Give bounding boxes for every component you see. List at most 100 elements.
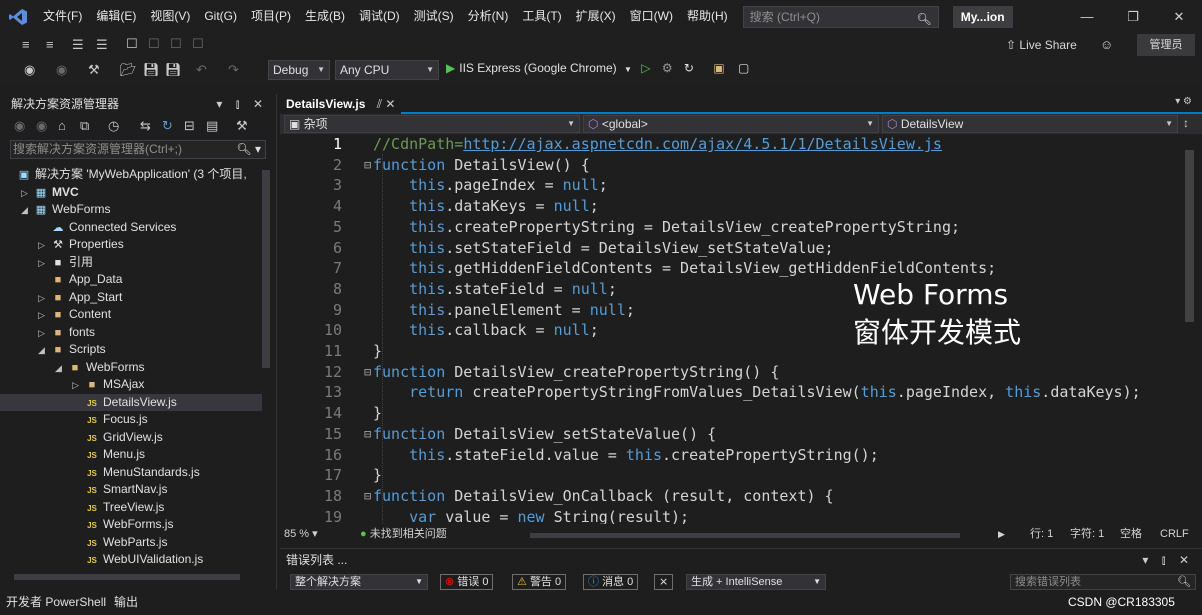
- tree-item[interactable]: JS WebParts.js: [0, 534, 262, 552]
- menu-item[interactable]: 测试(S): [407, 0, 461, 33]
- visual-studio-logo-icon[interactable]: [0, 0, 36, 33]
- expander-icon[interactable]: ▷: [38, 307, 50, 325]
- new-item-icon[interactable]: ⚒: [88, 62, 100, 78]
- split-icon[interactable]: ↕: [1183, 116, 1189, 130]
- tree-item[interactable]: ☁ Connected Services: [0, 219, 262, 237]
- attach-icon[interactable]: ⚙: [662, 61, 673, 75]
- menu-item[interactable]: 项目(P): [244, 0, 298, 33]
- code-line[interactable]: 5 this.createPropertyString = DetailsVie…: [280, 217, 1180, 238]
- tree-item[interactable]: ◢ ▦ WebForms: [0, 201, 262, 219]
- menu-item[interactable]: 扩展(X): [569, 0, 623, 33]
- redo-icon[interactable]: ↷: [228, 62, 239, 78]
- panel-controls[interactable]: ▾ ⫾ ✕: [216, 94, 268, 114]
- uncomment-icon[interactable]: ☰: [96, 37, 108, 53]
- code-line[interactable]: 1 //CdnPath=http://ajax.aspnetcdn.com/aja…: [280, 134, 1180, 155]
- undo-icon[interactable]: ↶: [196, 62, 207, 78]
- code-line[interactable]: 15 ⊟ function DetailsView_setStateValue() …: [280, 424, 1180, 445]
- pending-changes-icon[interactable]: ◷: [108, 118, 119, 134]
- switch-views-icon[interactable]: ⧉: [80, 118, 89, 134]
- refresh-icon[interactable]: ↻: [684, 61, 694, 75]
- tree-item[interactable]: JS WebUIValidation.js: [0, 551, 262, 569]
- errors-filter-button[interactable]: ⊗ 错误 0: [440, 574, 494, 590]
- expander-icon[interactable]: ▷: [38, 290, 50, 308]
- panel-controls[interactable]: ▾ ⫾ ✕: [1142, 549, 1194, 571]
- home-icon[interactable]: ⌂: [58, 118, 66, 133]
- code-line[interactable]: 18 ⊟ function DetailsView_OnCallback (resu…: [280, 486, 1180, 507]
- code-line[interactable]: 16 this.stateField.value = this.createPr…: [280, 445, 1180, 466]
- expander-icon[interactable]: ▷: [38, 325, 50, 343]
- tree-item[interactable]: JS WebForms.js: [0, 516, 262, 534]
- expander-icon[interactable]: ▷: [38, 255, 50, 273]
- editor-horizontal-scrollbar[interactable]: [530, 533, 960, 538]
- indent-mode[interactable]: 空格: [1120, 524, 1142, 544]
- bookmark-icon[interactable]: ☐: [126, 36, 138, 52]
- expander-icon[interactable]: ◢: [38, 342, 50, 360]
- expander-icon[interactable]: ◢: [21, 202, 33, 220]
- line-ending[interactable]: CRLF: [1160, 524, 1189, 544]
- tree-item[interactable]: JS DetailsView.js: [0, 393, 262, 411]
- menu-item[interactable]: 调试(D): [352, 0, 407, 33]
- tree-item[interactable]: JS Focus.js: [0, 411, 262, 429]
- refresh-icon[interactable]: ↻: [162, 118, 173, 134]
- menu-item[interactable]: 生成(B): [298, 0, 352, 33]
- tree-item[interactable]: JS GridView.js: [0, 429, 262, 447]
- platform-dropdown[interactable]: Any CPU ▼: [335, 60, 439, 80]
- search-box[interactable]: 搜索 (Ctrl+Q) 🔍︎: [742, 5, 939, 28]
- tree-item[interactable]: ▷ ■ MSAjax: [0, 376, 262, 394]
- menu-item[interactable]: Git(G): [197, 0, 244, 33]
- collapse-all-icon[interactable]: ⊟: [184, 118, 195, 134]
- char-indicator[interactable]: 字符: 1: [1070, 524, 1104, 544]
- open-folder-icon[interactable]: 📂︎: [120, 62, 137, 78]
- code-line[interactable]: 10 this.callback = null;: [280, 320, 1180, 341]
- tree-item[interactable]: ◢ ■ Scripts: [0, 341, 262, 359]
- menu-item[interactable]: 工具(T): [515, 0, 568, 33]
- code-line[interactable]: 17}: [280, 465, 1180, 486]
- error-scope-dropdown[interactable]: 整个解决方案 ▼: [290, 574, 428, 590]
- config-dropdown[interactable]: Debug ▼: [268, 60, 330, 80]
- save-all-icon[interactable]: 💾︎: [165, 62, 182, 78]
- tree-item[interactable]: ■ App_Data: [0, 271, 262, 289]
- menu-item[interactable]: 帮助(H): [680, 0, 735, 33]
- comment-icon[interactable]: ☰: [72, 37, 84, 53]
- messages-filter-button[interactable]: ⓘ 消息 0: [583, 574, 639, 590]
- properties-icon[interactable]: ⚒: [236, 118, 248, 134]
- line-indicator[interactable]: 行: 1: [1030, 524, 1053, 544]
- menu-item[interactable]: 编辑(E): [89, 0, 143, 33]
- bookmark-next-icon[interactable]: ☐: [170, 36, 182, 52]
- forward-icon[interactable]: ◉: [56, 62, 67, 78]
- solution-vertical-scrollbar[interactable]: [262, 170, 270, 368]
- expander-icon[interactable]: ▷: [38, 237, 50, 255]
- tree-item[interactable]: JS Menu.js: [0, 446, 262, 464]
- menu-item[interactable]: 文件(F): [36, 0, 89, 33]
- developer-powershell-tab[interactable]: 开发者 PowerShell: [6, 590, 106, 615]
- run-without-debug-icon[interactable]: ▷: [641, 61, 650, 75]
- menu-item[interactable]: 分析(N): [461, 0, 516, 33]
- tree-item[interactable]: ▷ ■ 引用: [0, 254, 262, 272]
- code-line[interactable]: 8 this.stateField = null;: [280, 279, 1180, 300]
- browser-link-icon[interactable]: ▣: [713, 61, 724, 75]
- expander-icon[interactable]: ◢: [55, 360, 67, 378]
- window-layout-icon[interactable]: ▢: [738, 61, 749, 75]
- code-area[interactable]: 1 //CdnPath=http://ajax.aspnetcdn.com/aja…: [280, 134, 1202, 524]
- close-icon[interactable]: ✕: [1156, 9, 1202, 25]
- project-badge[interactable]: My...ion: [952, 5, 1013, 28]
- tree-item[interactable]: JS MenuStandards.js: [0, 464, 262, 482]
- expander-icon[interactable]: ▷: [72, 377, 84, 395]
- nav-scope-dropdown[interactable]: ⬡ <global> ▼: [583, 115, 879, 133]
- tree-item[interactable]: JS SmartNav.js: [0, 481, 262, 499]
- back-icon[interactable]: ◉: [14, 118, 25, 134]
- solution-search-input[interactable]: 搜索解决方案资源管理器(Ctrl+;) 🔍︎ ▾: [10, 140, 266, 159]
- solution-horizontal-scrollbar[interactable]: [14, 574, 240, 580]
- code-token[interactable]: http://ajax.aspnetcdn.com/ajax/4.5.1/1/D…: [463, 135, 942, 153]
- menu-item[interactable]: 视图(V): [143, 0, 197, 33]
- align-right-icon[interactable]: ≡: [46, 37, 54, 52]
- build-source-dropdown[interactable]: 生成 + IntelliSense ▼: [686, 574, 826, 590]
- code-line[interactable]: 3 this.pageIndex = null;: [280, 175, 1180, 196]
- scrollbar-thumb[interactable]: [1185, 150, 1194, 322]
- zoom-dropdown[interactable]: 85 % ▾: [284, 524, 318, 544]
- forward-icon[interactable]: ◉: [36, 118, 47, 134]
- restore-icon[interactable]: ❐: [1110, 9, 1156, 25]
- code-line[interactable]: 4 this.dataKeys = null;: [280, 196, 1180, 217]
- tree-item[interactable]: ▷ ▦ MVC: [0, 184, 262, 202]
- code-line[interactable]: 7 this.getHiddenFieldContents = DetailsV…: [280, 258, 1180, 279]
